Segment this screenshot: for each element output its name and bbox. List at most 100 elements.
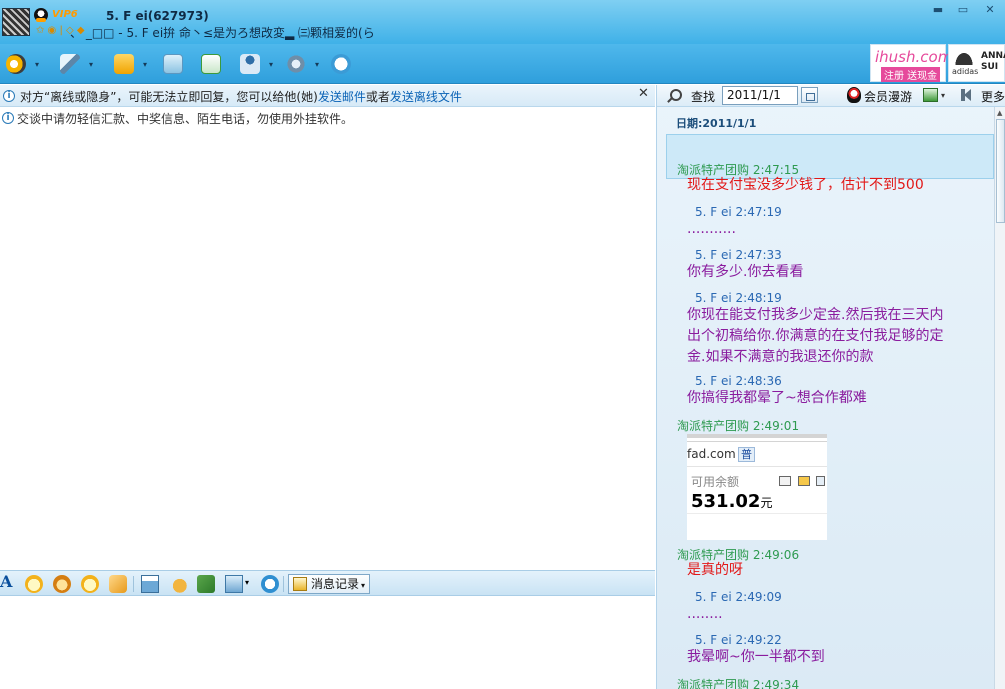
- scrollbar-thumb[interactable]: [996, 119, 1005, 223]
- history-date-input[interactable]: 2011/1/1: [722, 86, 798, 105]
- message-text: 你搞得我都晕了~想合作都难: [687, 390, 867, 406]
- font-button[interactable]: A: [0, 572, 18, 591]
- send-offline-file-link[interactable]: 发送离线文件: [390, 90, 462, 104]
- folder-icon: [114, 54, 134, 74]
- remote-assist-icon[interactable]: [169, 575, 187, 593]
- export-icon[interactable]: [923, 88, 938, 102]
- document-add-icon: [201, 54, 221, 74]
- notice-prefix: 对方“离线或隐身”，可能无法立即回复，您可以给他(她): [20, 90, 318, 104]
- member-roaming-button[interactable]: 会员漫游: [864, 88, 912, 105]
- message-text: 是真的呀: [687, 562, 743, 578]
- ihush-promo: 注册 送现金: [881, 67, 941, 82]
- magic-face-icon[interactable]: [53, 575, 71, 593]
- microphone-icon: [60, 54, 80, 74]
- chevron-down-icon[interactable]: ▾: [315, 60, 319, 69]
- info-icon: i: [2, 112, 14, 124]
- send-file-button[interactable]: ▾: [110, 50, 147, 78]
- card-icon: [779, 476, 791, 486]
- close-notice-button[interactable]: ✕: [638, 86, 649, 101]
- minimize-button[interactable]: ▬: [928, 3, 948, 17]
- adidas-ad-banner[interactable]: adidas ANNA SUI: [948, 44, 1005, 82]
- message-sender: 5. F ei 2:48:36: [695, 374, 782, 388]
- chat-pane: i 对方“离线或隐身”，可能无法立即回复，您可以给他(她)发送邮件或者发送离线文…: [0, 85, 655, 689]
- calendar-icon[interactable]: [801, 87, 818, 103]
- message-text: 出个初稿给你.你满意的在支付我足够的定: [687, 328, 944, 344]
- title-bar: VIP6 5. F ei(627973) ✩ ◉ | ◇ ◆ 、 _□□ - 5…: [0, 0, 1005, 44]
- vip-badge[interactable]: VIP6: [52, 9, 78, 20]
- send-image-icon[interactable]: [141, 575, 159, 593]
- screenshot-divider: [687, 513, 827, 514]
- contact-avatar[interactable]: [2, 8, 30, 36]
- screenshot-tag: 普: [738, 447, 755, 462]
- message-text: ...........: [687, 221, 736, 237]
- maximize-button[interactable]: ▭: [953, 3, 973, 17]
- message-text: 金.如果不满意的我退还你的款: [687, 349, 874, 365]
- send-mail-button[interactable]: [159, 50, 187, 78]
- message-history-button[interactable]: 消息记录 ▾: [288, 574, 371, 594]
- music-icon[interactable]: [197, 575, 215, 593]
- history-label: 消息记录: [311, 577, 360, 591]
- shake-window-icon[interactable]: [109, 575, 127, 593]
- people-icon: [240, 54, 260, 74]
- contact-signature: 、 _□□ - 5. F ei拚 命丶≤是为ろ想改変▂ ㈢颗相爱的(ら: [70, 26, 375, 40]
- screenshot-border: [687, 434, 827, 438]
- gear-icon: [286, 54, 306, 74]
- create-discussion-button[interactable]: [197, 50, 225, 78]
- security-warning-text: 交谈中请勿轻信汇款、中奖信息、陌生电话，勿使用外挂软件。: [17, 112, 354, 126]
- voice-call-button[interactable]: ▾: [56, 50, 93, 78]
- message-text: ........: [687, 606, 723, 622]
- settings-button[interactable]: ▾: [282, 50, 319, 78]
- contacts-button[interactable]: ▾: [236, 50, 273, 78]
- soso-s-icon[interactable]: S: [261, 575, 279, 593]
- balance-amount: 531.02元: [691, 491, 772, 512]
- smiley-icon[interactable]: [81, 575, 99, 593]
- input-toolbar: A ▾ S 消息记录 ▾: [0, 570, 655, 596]
- video-call-button[interactable]: ▾: [2, 50, 39, 78]
- mail-icon: [163, 54, 183, 74]
- search-icon[interactable]: [670, 89, 682, 101]
- qq-penguin-icon: [847, 87, 861, 103]
- chevron-down-icon[interactable]: ▾: [269, 60, 273, 69]
- find-label[interactable]: 查找: [691, 88, 715, 105]
- soso-s-icon: S: [331, 54, 351, 74]
- speaker-icon[interactable]: [961, 89, 971, 101]
- balance-unit: 元: [760, 496, 773, 510]
- gift-icon: [798, 476, 810, 486]
- message-text: 你现在能支付我多少定金.然后我在三天内: [687, 307, 944, 323]
- contact-name[interactable]: 5. F ei(627973): [106, 9, 209, 23]
- chevron-down-icon[interactable]: ▾: [941, 91, 945, 100]
- close-window-button[interactable]: ✕: [980, 3, 1000, 17]
- chevron-down-icon[interactable]: ▾: [143, 60, 147, 69]
- balance-label: 可用余额: [691, 475, 740, 489]
- screen-capture-icon[interactable]: [225, 575, 243, 593]
- pasted-screenshot[interactable]: fad.com 普 可用余额 531.02元: [687, 434, 827, 540]
- message-text: 我晕啊~你一半都不到: [687, 649, 825, 665]
- adidas-logo: adidas: [952, 67, 979, 76]
- balance-value: 531.02: [691, 491, 761, 512]
- send-mail-link[interactable]: 发送邮件: [318, 90, 366, 104]
- chevron-down-icon[interactable]: ▾: [35, 60, 39, 69]
- message-sender: 5. F ei 2:49:09: [695, 590, 782, 604]
- screenshot-domain: fad.com: [687, 447, 736, 461]
- message-sender: 淘派特产团购 2:49:34: [677, 678, 800, 689]
- soso-button[interactable]: S: [327, 50, 355, 78]
- history-scrollbar[interactable]: ▲: [994, 107, 1005, 689]
- webcam-icon: [6, 54, 26, 74]
- chevron-down-icon[interactable]: ▾: [361, 581, 365, 590]
- history-toolbar: 查找 2011/1/1 会员漫游 ▾ 更多: [657, 85, 1005, 107]
- message-log: 日期:2011/1/1 fad.com 普 可用余额 531.02元 淘派特产团…: [657, 107, 994, 689]
- phone-icon: [816, 476, 825, 486]
- history-icon: [293, 577, 307, 591]
- screenshot-border: [687, 441, 827, 442]
- emoji-icon[interactable]: [25, 575, 43, 593]
- ihush-ad-banner[interactable]: ihush.com 注册 送现金: [870, 44, 952, 82]
- more-button[interactable]: 更多: [981, 88, 1005, 105]
- info-icon: i: [3, 90, 15, 102]
- scroll-up-icon[interactable]: ▲: [997, 109, 1002, 117]
- message-sender: 5. F ei 2:47:33: [695, 248, 782, 262]
- chevron-down-icon[interactable]: ▾: [245, 578, 263, 596]
- qq-penguin-icon: [34, 8, 48, 22]
- message-sender: 淘派特产团购 2:49:01: [677, 419, 800, 433]
- chevron-down-icon[interactable]: ▾: [89, 60, 93, 69]
- toolbar-divider: [133, 576, 134, 592]
